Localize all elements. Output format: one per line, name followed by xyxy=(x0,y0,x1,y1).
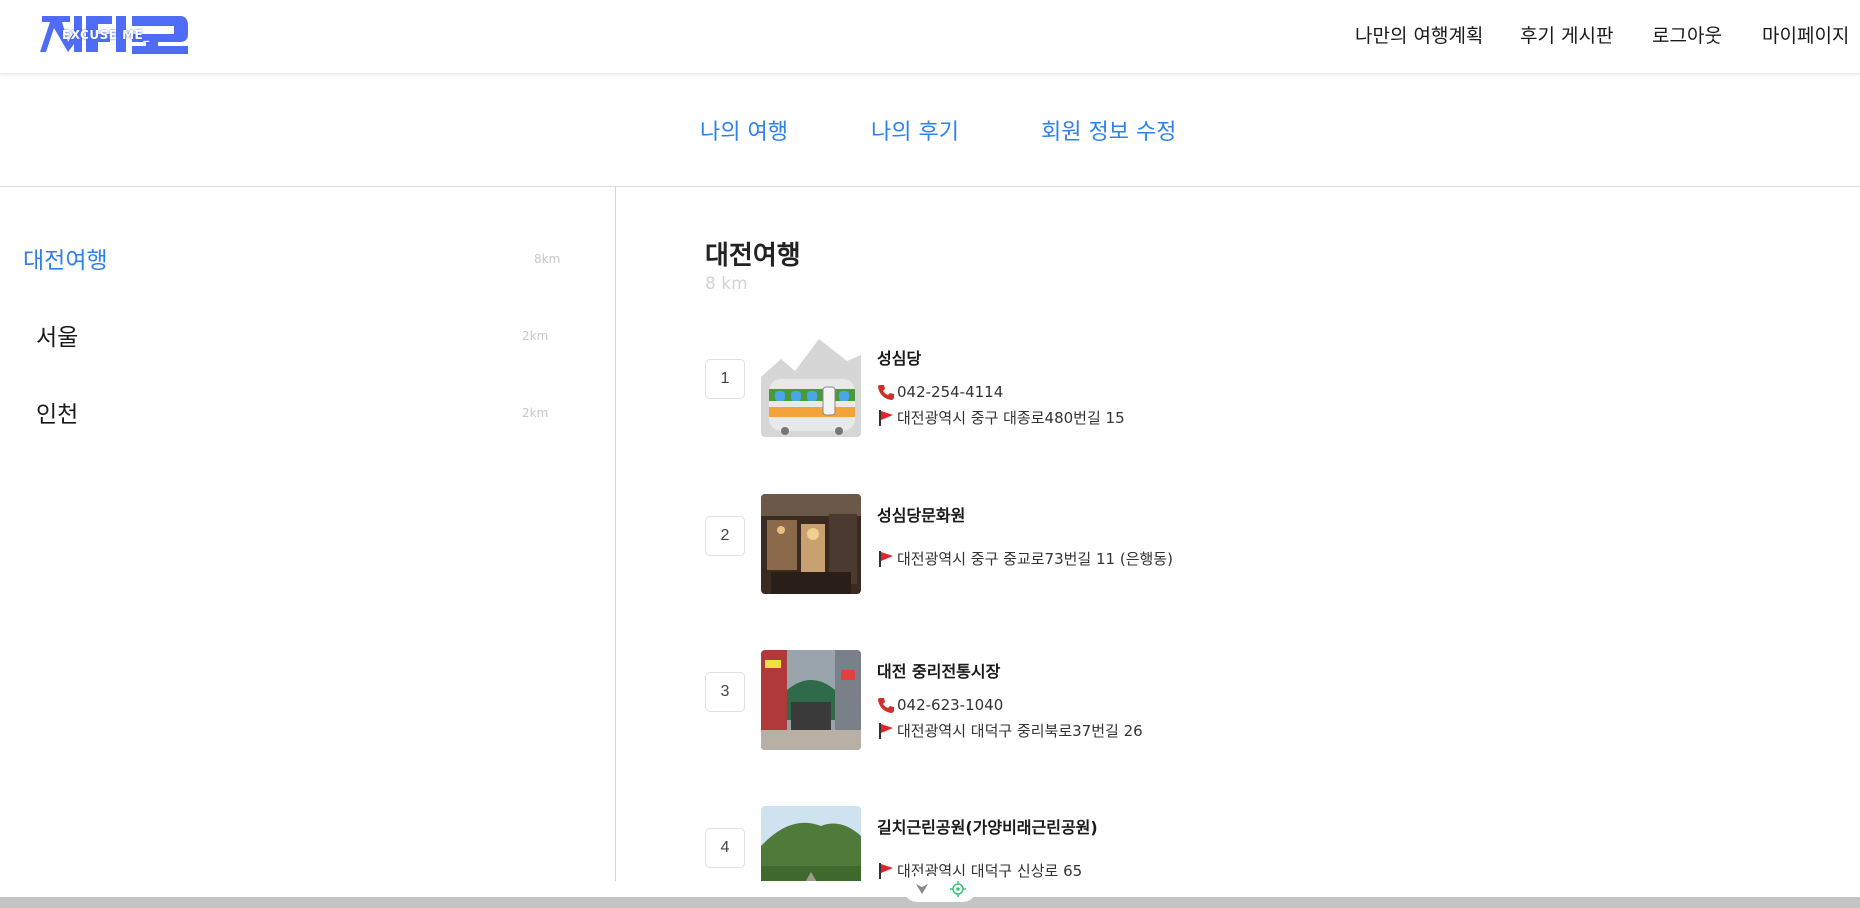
place-item[interactable]: 1 성심당 042-254-4114 대전광역시 중구 대종로480번길 15 xyxy=(705,337,1805,439)
red-flag-icon xyxy=(879,409,893,426)
trip-name: 서울 xyxy=(36,325,79,351)
place-address-row: 대전광역시 대덕구 신상로 65 xyxy=(877,860,1082,881)
trip-total-distance: 8 km xyxy=(705,274,748,294)
site-logo[interactable]: EXCUSE ME_ xyxy=(40,12,188,56)
trip-distance: 8km xyxy=(534,252,561,266)
place-phone-row: 042-254-4114 xyxy=(877,383,1003,401)
place-item[interactable]: 3 대전 중리전통시장 042-623-1040 대전광역시 대덕구 중리북로3… xyxy=(705,650,1805,752)
trip-distance: 2km xyxy=(522,329,549,343)
nav-my-travel-plan[interactable]: 나만의 여행계획 xyxy=(1355,21,1483,48)
place-name: 길치근린공원(가양비래근린공원) xyxy=(877,818,1098,837)
floating-map-controls xyxy=(904,876,976,902)
place-address: 대전광역시 중구 중교로73번길 11 (은행동) xyxy=(897,550,1173,568)
place-name: 성심당문화원 xyxy=(877,506,966,525)
place-thumbnail-park xyxy=(761,806,861,881)
nav-review-board[interactable]: 후기 게시판 xyxy=(1520,21,1613,48)
trip-item-daejeon[interactable]: 대전여행 8km xyxy=(0,237,600,297)
tab-edit-profile[interactable]: 회원 정보 수정 xyxy=(1041,114,1176,146)
place-number: 4 xyxy=(705,828,745,868)
phone-icon xyxy=(878,698,894,713)
place-thumbnail-shop xyxy=(761,494,861,594)
mypage-tabs: 나의 여행 나의 후기 회원 정보 수정 xyxy=(0,74,1860,187)
red-flag-icon xyxy=(879,722,893,739)
trip-name: 대전여행 xyxy=(23,248,108,274)
red-flag-icon xyxy=(879,862,893,879)
place-address-row: 대전광역시 중구 중교로73번길 11 (은행동) xyxy=(877,548,1173,569)
phone-icon xyxy=(878,385,894,400)
place-name: 대전 중리전통시장 xyxy=(877,662,1001,681)
red-flag-icon xyxy=(879,550,893,567)
place-phone-row: 042-623-1040 xyxy=(877,696,1003,714)
place-address-row: 대전광역시 중구 대종로480번길 15 xyxy=(877,407,1125,428)
nav-mypage[interactable]: 마이페이지 xyxy=(1762,21,1849,48)
place-phone: 042-254-4114 xyxy=(897,383,1004,401)
locate-icon[interactable] xyxy=(949,881,966,897)
place-name: 성심당 xyxy=(877,349,922,368)
header: EXCUSE ME_ 나만의 여행계획 후기 게시판 로그아웃 마이페이지 xyxy=(0,0,1860,74)
place-number: 2 xyxy=(705,516,745,556)
place-thumbnail-train xyxy=(761,337,861,437)
tab-my-trips[interactable]: 나의 여행 xyxy=(700,114,788,146)
trip-name: 인천 xyxy=(36,402,79,428)
place-thumbnail-market xyxy=(761,650,861,750)
trip-title: 대전여행 xyxy=(705,241,801,271)
tab-my-reviews[interactable]: 나의 후기 xyxy=(871,114,959,146)
place-address: 대전광역시 대덕구 중리북로37번길 26 xyxy=(897,722,1143,740)
chevron-down-icon[interactable] xyxy=(915,883,929,895)
place-item[interactable]: 4 길치근린공원(가양비래근린공원) 대전광역시 대덕구 신상로 65 xyxy=(705,806,1805,881)
nav-logout[interactable]: 로그아웃 xyxy=(1652,21,1722,48)
place-phone: 042-623-1040 xyxy=(897,696,1004,714)
trip-item-seoul[interactable]: 서울 2km xyxy=(0,314,600,374)
place-number: 3 xyxy=(705,672,745,712)
trip-distance: 2km xyxy=(522,406,549,420)
place-address-row: 대전광역시 대덕구 중리북로37번길 26 xyxy=(877,720,1143,741)
logo-text: EXCUSE ME_ xyxy=(62,28,150,42)
trip-detail: 대전여행 8 km 1 성심당 042-254-4114 대전광역시 중구 대종… xyxy=(616,187,1860,881)
place-number: 1 xyxy=(705,359,745,399)
place-address: 대전광역시 중구 대종로480번길 15 xyxy=(897,409,1125,427)
trip-item-incheon[interactable]: 인천 2km xyxy=(0,391,600,451)
place-item[interactable]: 2 성심당문화원 대전광역시 중구 중교로73번길 11 (은행동) xyxy=(705,494,1805,596)
trip-list-sidebar: 대전여행 8km 서울 2km 인천 2km xyxy=(0,187,616,881)
